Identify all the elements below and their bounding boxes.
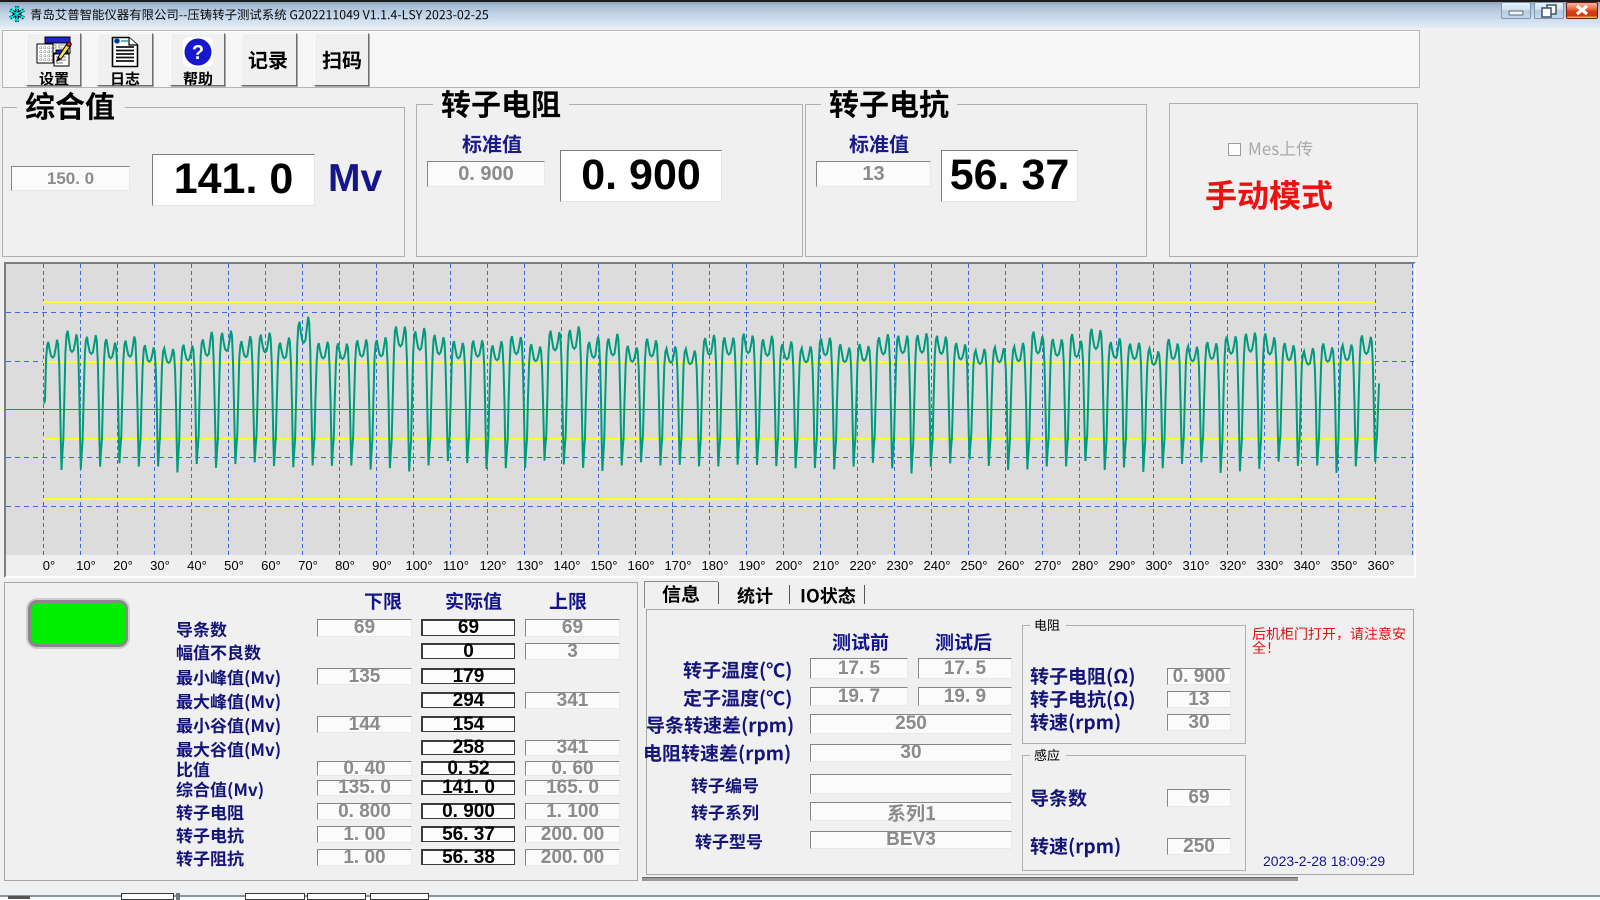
svg-text:?: ?: [191, 42, 203, 64]
